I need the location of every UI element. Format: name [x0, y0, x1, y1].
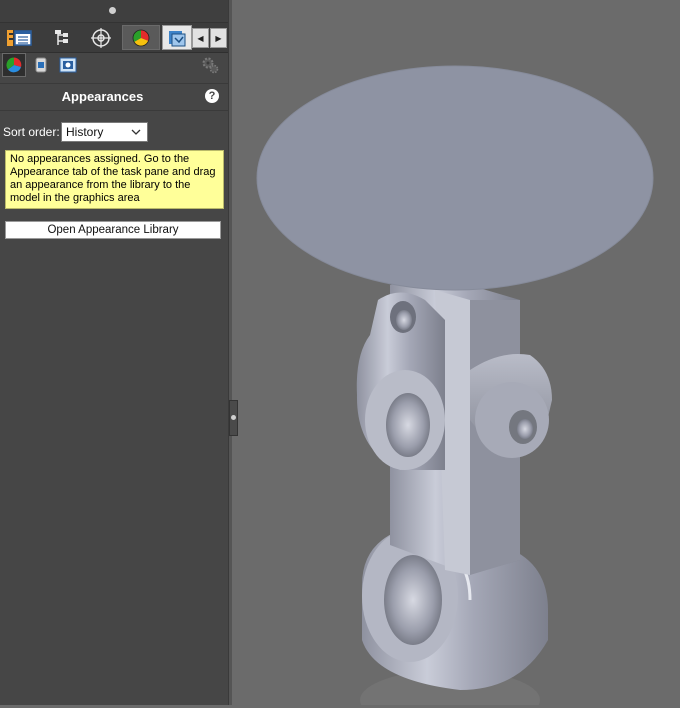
- model-3d-view: [256, 65, 654, 708]
- scenes-icon: [59, 57, 77, 73]
- tab-configuration-manager[interactable]: [43, 25, 81, 50]
- subtab-appearances[interactable]: [2, 53, 26, 77]
- sort-order-value: History: [66, 125, 104, 139]
- display-manager-panel: ◀ ▶ Appearances ? Sort order: History No…: [0, 0, 229, 705]
- sort-order-label: Sort order:: [3, 125, 60, 139]
- gear-icon: [202, 57, 219, 74]
- settings-gear-button[interactable]: [198, 53, 222, 77]
- chevron-down-icon: [131, 129, 141, 135]
- tab-display-manager[interactable]: [122, 25, 160, 50]
- no-appearances-message: No appearances assigned. Go to the Appea…: [5, 150, 224, 209]
- sort-order-select[interactable]: History: [61, 122, 148, 142]
- triangle-right-icon: ▶: [215, 33, 222, 43]
- right-boss: [470, 354, 552, 458]
- left-bracket: [356, 292, 445, 470]
- appearance-subtab-bar: [0, 51, 228, 81]
- tab-dimxpert[interactable]: [82, 25, 120, 50]
- open-appearance-library-button[interactable]: Open Appearance Library: [5, 221, 221, 239]
- panel-title: Appearances: [61, 89, 144, 104]
- property-manager-icon: [14, 29, 32, 46]
- tab-property-manager[interactable]: [4, 25, 42, 50]
- manager-tab-bar: ◀ ▶: [0, 22, 228, 53]
- display-manager-icon: [132, 29, 150, 46]
- tab-cam[interactable]: [162, 25, 192, 50]
- panel-grip[interactable]: [0, 0, 228, 22]
- dimxpert-icon: [91, 27, 111, 48]
- tab-scroll-left-button[interactable]: ◀: [192, 28, 209, 48]
- subtab-decals[interactable]: [29, 53, 53, 77]
- appearances-icon: [6, 57, 22, 73]
- configuration-manager-icon: [55, 29, 68, 45]
- tab-scroll-right-button[interactable]: ▶: [210, 28, 227, 48]
- decals-icon: [35, 57, 47, 73]
- top-disc: [256, 65, 654, 291]
- grip-dot-icon: [109, 7, 116, 14]
- triangle-left-icon: ◀: [197, 33, 204, 43]
- panel-header: Appearances ?: [0, 83, 228, 111]
- graphics-area[interactable]: [232, 0, 680, 708]
- subtab-scenes[interactable]: [56, 53, 80, 77]
- cam-icon: [169, 30, 186, 46]
- help-icon[interactable]: ?: [205, 89, 219, 103]
